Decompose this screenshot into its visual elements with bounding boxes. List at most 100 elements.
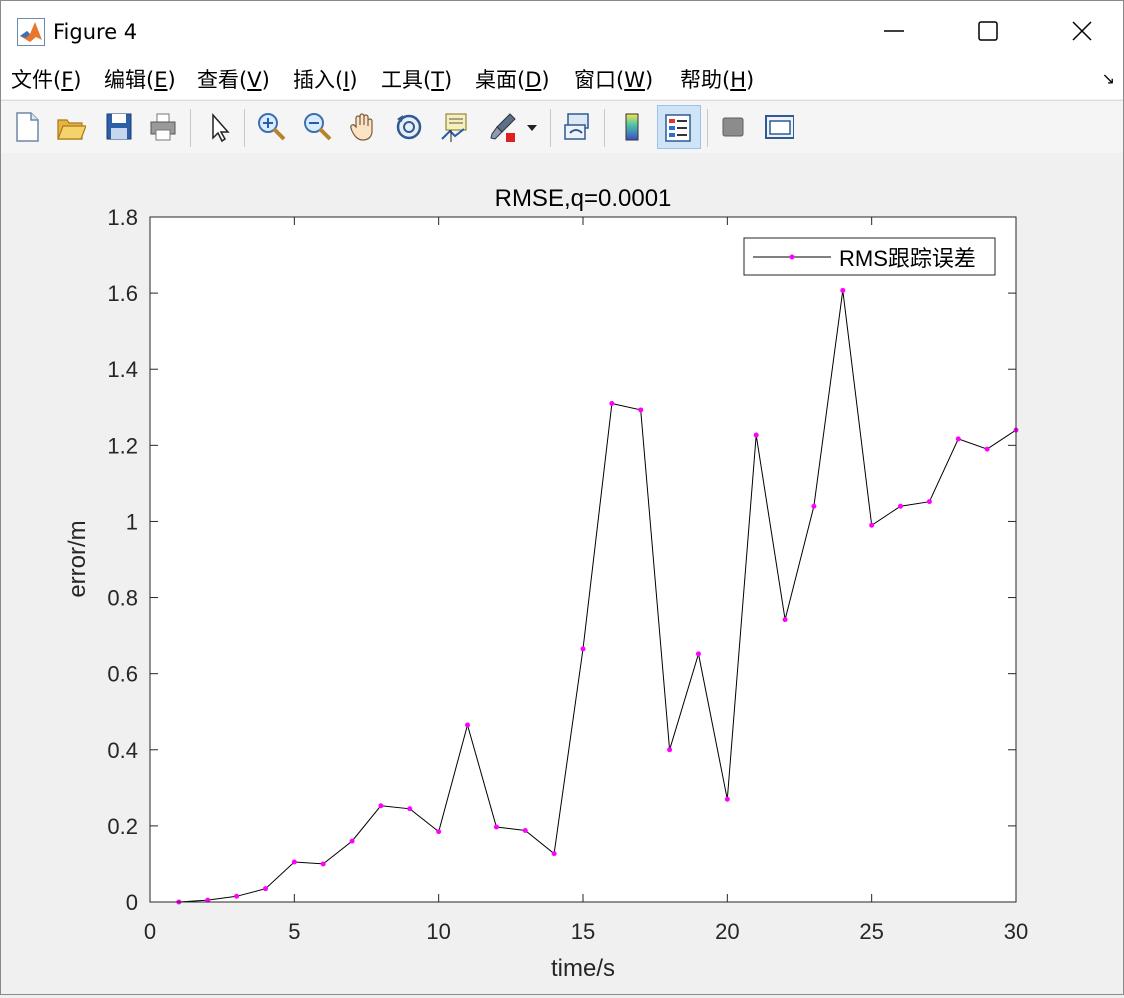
legend-icon: [665, 114, 691, 142]
brush-dropdown[interactable]: [521, 105, 541, 149]
x-tick-label: 25: [859, 919, 883, 944]
x-tick-label: 30: [1004, 919, 1028, 944]
open-file-button[interactable]: [51, 105, 91, 149]
legend[interactable]: RMS跟踪误差: [743, 237, 996, 276]
menu-insert[interactable]: 插入(I): [293, 65, 358, 95]
legend-marker: [789, 254, 795, 260]
legend-button[interactable]: [657, 105, 701, 149]
menu-edit[interactable]: 编辑(E): [104, 65, 176, 95]
hide-plot-tools-button[interactable]: [713, 105, 753, 149]
zoom-out-icon: [304, 113, 332, 141]
x-tick-label: 10: [426, 919, 450, 944]
data-point[interactable]: [493, 824, 499, 830]
link-plot-button[interactable]: [557, 105, 597, 149]
menu-bar: 文件(F) 编辑(E) 查看(V) 插入(I) 工具(T) 桌面(D) 窗口(W…: [1, 63, 1123, 99]
data-point[interactable]: [580, 646, 586, 652]
data-point[interactable]: [667, 747, 673, 753]
data-point[interactable]: [926, 499, 932, 505]
colorbar-icon: [625, 113, 639, 141]
data-point[interactable]: [465, 722, 471, 728]
chevron-down-icon: [527, 125, 537, 131]
link-plot-icon: [564, 113, 589, 140]
pan-hand-icon: [350, 113, 373, 141]
brush-button[interactable]: [483, 105, 523, 149]
data-point[interactable]: [551, 851, 557, 857]
y-axis-label: error/m: [64, 520, 91, 597]
toolbar-separator: [550, 109, 551, 147]
data-point[interactable]: [869, 522, 875, 528]
x-tick-label: 15: [571, 919, 595, 944]
select-pointer-icon: [212, 113, 230, 143]
data-point[interactable]: [724, 796, 730, 802]
y-tick-label: 1.2: [107, 433, 138, 458]
data-point[interactable]: [522, 827, 528, 833]
data-point[interactable]: [782, 617, 788, 623]
y-tick-label: 1.4: [107, 357, 138, 382]
x-axis-label: time/s: [551, 955, 615, 982]
select-button[interactable]: [199, 105, 239, 149]
menu-file[interactable]: 文件(F): [11, 65, 82, 95]
menu-window[interactable]: 窗口(W): [574, 65, 653, 95]
minimize-button[interactable]: [847, 1, 941, 61]
chart-title: RMSE,q=0.0001: [495, 185, 672, 212]
axes-background[interactable]: [150, 217, 1016, 902]
menu-help[interactable]: 帮助(H): [680, 65, 754, 95]
data-point[interactable]: [378, 803, 384, 809]
toolbar-separator: [244, 109, 245, 147]
data-cursor-button[interactable]: [435, 105, 475, 149]
data-point[interactable]: [753, 432, 759, 438]
maximize-button[interactable]: [941, 1, 1035, 61]
x-tick-label: 20: [715, 919, 739, 944]
data-point[interactable]: [436, 829, 442, 835]
toolbar-separator: [190, 109, 191, 147]
data-point[interactable]: [898, 503, 904, 509]
matlab-logo-icon: [17, 18, 45, 46]
figure-toolbar: [1, 100, 1123, 154]
show-plot-tools-button[interactable]: [759, 105, 799, 149]
title-bar[interactable]: Figure 4: [1, 1, 1123, 63]
open-file-icon: [57, 119, 86, 140]
data-point[interactable]: [695, 651, 701, 657]
rotate-3d-icon: [396, 114, 422, 140]
menu-view[interactable]: 查看(V): [197, 65, 270, 95]
toolbar-separator: [707, 109, 708, 147]
y-tick-label: 0.2: [107, 814, 138, 839]
brush-icon: [490, 113, 516, 142]
data-point[interactable]: [291, 859, 297, 865]
close-button[interactable]: [1035, 1, 1124, 61]
menu-tools[interactable]: 工具(T): [381, 65, 452, 95]
figure-window: Figure 4 文件(F) 编辑(E) 查看(V) 插入(I) 工具(T) 桌…: [0, 0, 1124, 995]
figure-canvas: 0 5 10 15 20 25 30 0 0.2 0.4 0.6 0.8 1 1.2 1.4 1.6 1.8 R…: [1, 153, 1123, 994]
dock-arrow-icon[interactable]: ↘: [1102, 69, 1115, 88]
y-tick-label: 0.8: [107, 586, 138, 611]
data-point[interactable]: [955, 436, 961, 442]
x-tick-label: 5: [288, 919, 300, 944]
data-point[interactable]: [840, 287, 846, 293]
new-figure-button[interactable]: [7, 105, 47, 149]
print-button[interactable]: [143, 105, 183, 149]
print-icon: [150, 113, 176, 141]
data-point[interactable]: [609, 400, 615, 406]
colorbar-button[interactable]: [612, 105, 652, 149]
pan-button[interactable]: [343, 105, 383, 149]
y-tick-label: 0: [126, 890, 138, 915]
new-figure-icon: [16, 112, 39, 142]
hide-plot-tools-icon: [722, 117, 744, 137]
data-point[interactable]: [320, 861, 326, 867]
legend-label: RMS跟踪误差: [839, 246, 976, 271]
data-point[interactable]: [262, 886, 268, 892]
zoom-out-button[interactable]: [297, 105, 337, 149]
data-cursor-icon: [441, 113, 467, 142]
save-button[interactable]: [99, 105, 139, 149]
y-tick-label: 0.4: [107, 738, 138, 763]
x-tick-label: 0: [144, 919, 156, 944]
data-point[interactable]: [407, 806, 413, 812]
data-point[interactable]: [984, 446, 990, 452]
data-point[interactable]: [811, 503, 817, 509]
data-point[interactable]: [638, 407, 644, 413]
rotate-button[interactable]: [389, 105, 429, 149]
zoom-in-button[interactable]: [251, 105, 291, 149]
data-point[interactable]: [349, 838, 355, 844]
menu-desktop[interactable]: 桌面(D): [475, 65, 550, 95]
data-point[interactable]: [234, 893, 240, 899]
